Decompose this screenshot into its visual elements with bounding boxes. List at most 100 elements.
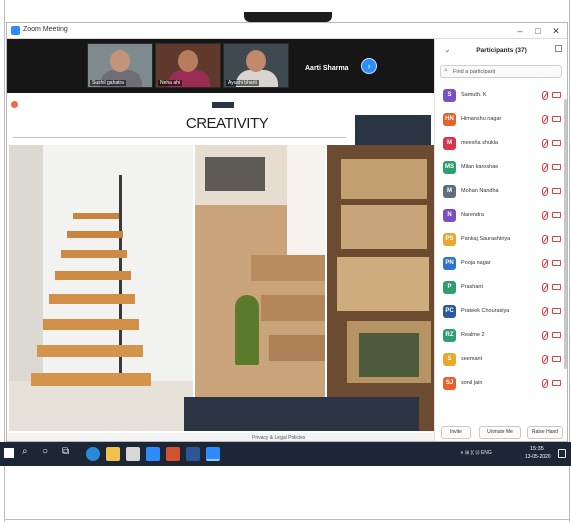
mail-icon[interactable]	[146, 447, 160, 461]
drawer-stairs-photo	[327, 145, 434, 431]
participant-row[interactable]: PN Pooja nagar	[435, 253, 568, 277]
camera-off-icon[interactable]	[552, 92, 561, 98]
drawer-clothes	[359, 333, 419, 377]
video-thumbnail[interactable]: Neha ahi	[155, 43, 221, 88]
participant-name: meesha shukla	[461, 140, 498, 146]
mic-muted-icon[interactable]	[542, 187, 548, 196]
mic-muted-icon[interactable]	[542, 139, 548, 148]
participant-row[interactable]: M meesha shukla	[435, 133, 568, 157]
mic-muted-icon[interactable]	[542, 259, 548, 268]
participant-name: Narendra	[461, 212, 484, 218]
slide-title: CREATIVITY	[185, 115, 269, 132]
thumbnail-name: Ayushi bharti	[226, 80, 259, 86]
store-icon[interactable]	[126, 447, 140, 461]
participant-search[interactable]: ⌕	[440, 65, 562, 78]
minimize-button[interactable]: –	[511, 24, 529, 38]
camera-off-icon[interactable]	[552, 188, 561, 194]
participant-row[interactable]: PS Pankaj Saurashtriya	[435, 229, 568, 253]
mic-muted-icon[interactable]	[542, 91, 548, 100]
participant-name: seemant	[461, 356, 483, 362]
next-page-button[interactable]: ›	[361, 58, 377, 74]
camera-off-icon[interactable]	[552, 236, 561, 242]
participant-name: Milan karoshae	[461, 164, 499, 170]
close-button[interactable]: ✕	[547, 24, 565, 38]
avatar: S	[443, 353, 456, 366]
stair-tread	[31, 373, 151, 386]
chevron-down-icon[interactable]: ⌄	[444, 45, 451, 54]
avatar: PS	[443, 233, 456, 246]
mic-muted-icon[interactable]	[542, 115, 548, 124]
title-bar: Zoom Meeting – □ ✕	[7, 23, 567, 39]
drawer-panel	[341, 205, 427, 249]
participant-row[interactable]: PC Prateek Chourasiya	[435, 301, 568, 325]
camera-off-icon[interactable]	[552, 260, 561, 266]
invite-button[interactable]: Invite	[441, 426, 471, 439]
window-title: Zoom Meeting	[23, 26, 68, 33]
camera-off-icon[interactable]	[552, 356, 561, 362]
participant-row[interactable]: M Mohan Nandha	[435, 181, 568, 205]
participant-face	[110, 50, 130, 72]
stair-tread	[67, 231, 123, 238]
camera-off-icon[interactable]	[552, 140, 561, 146]
active-speaker-name: Aarti Sharma	[305, 65, 349, 72]
zoom-taskbar-icon[interactable]	[206, 447, 220, 461]
stair-block	[269, 335, 325, 361]
cortana-icon[interactable]: ○	[42, 446, 48, 457]
search-input[interactable]	[453, 67, 558, 77]
camera-off-icon[interactable]	[552, 164, 561, 170]
storage-stairs-photo	[195, 145, 325, 431]
video-thumbnail[interactable]: Sushil gahatra	[87, 43, 153, 88]
avatar: S	[443, 89, 456, 102]
edge-browser-icon[interactable]	[86, 447, 100, 461]
camera-off-icon[interactable]	[552, 332, 561, 338]
avatar: HN	[443, 113, 456, 126]
mic-muted-icon[interactable]	[542, 307, 548, 316]
avatar: RZ	[443, 329, 456, 342]
participant-row[interactable]: SJ sonil jain	[435, 373, 568, 397]
clock-time[interactable]: 15:35	[530, 446, 544, 452]
staircase-photo	[9, 145, 193, 431]
file-explorer-icon[interactable]	[106, 447, 120, 461]
participant-row[interactable]: P Prashant	[435, 277, 568, 301]
notification-icon[interactable]	[558, 449, 566, 458]
camera-off-icon[interactable]	[552, 212, 561, 218]
participant-row[interactable]: HN Himanshu nagar	[435, 109, 568, 133]
mic-muted-icon[interactable]	[542, 355, 548, 364]
participant-row[interactable]: S seemant	[435, 349, 568, 373]
share-indicator-icon	[11, 101, 18, 108]
avatar: M	[443, 137, 456, 150]
mic-muted-icon[interactable]	[542, 283, 548, 292]
mic-muted-icon[interactable]	[542, 163, 548, 172]
stair-block	[251, 255, 325, 281]
powerpoint-icon[interactable]	[166, 447, 180, 461]
system-tray[interactable]: ∧ ⊞ (( ⊡ ENG	[460, 450, 492, 456]
camera-off-icon[interactable]	[552, 284, 561, 290]
task-view-icon[interactable]: ⧉	[62, 446, 69, 457]
participant-row[interactable]: RZ Realme 2	[435, 325, 568, 349]
mic-muted-icon[interactable]	[542, 211, 548, 220]
participant-row[interactable]: MS Milan karoshae	[435, 157, 568, 181]
privacy-policy-link[interactable]: Privacy & Legal Policies	[252, 435, 305, 441]
camera-off-icon[interactable]	[552, 116, 561, 122]
participant-name: Prateek Chourasiya	[461, 308, 510, 314]
participant-row[interactable]: N Narendra	[435, 205, 568, 229]
participants-header: ⌄ Participants (37)	[435, 39, 568, 59]
windows-start-icon[interactable]	[4, 448, 14, 458]
clock-date[interactable]: 13-05-2020	[525, 454, 551, 460]
raise-hand-button[interactable]: Raise Hand	[527, 426, 563, 439]
mic-muted-icon[interactable]	[542, 379, 548, 388]
mic-muted-icon[interactable]	[542, 235, 548, 244]
stair-tread	[61, 250, 127, 258]
mic-muted-icon[interactable]	[542, 331, 548, 340]
search-icon[interactable]: ⌕	[22, 446, 28, 457]
drawer-panel	[337, 257, 429, 311]
camera-off-icon[interactable]	[552, 308, 561, 314]
maximize-button[interactable]: □	[529, 24, 547, 38]
word-icon[interactable]	[186, 447, 200, 461]
video-thumbnail[interactable]: Ayushi bharti	[223, 43, 289, 88]
popout-icon[interactable]	[555, 45, 562, 52]
participants-scrollbar[interactable]	[564, 99, 567, 369]
participant-row[interactable]: S Samuth. K	[435, 85, 568, 109]
camera-off-icon[interactable]	[552, 380, 561, 386]
unmute-me-button[interactable]: Unmute Me	[479, 426, 521, 439]
